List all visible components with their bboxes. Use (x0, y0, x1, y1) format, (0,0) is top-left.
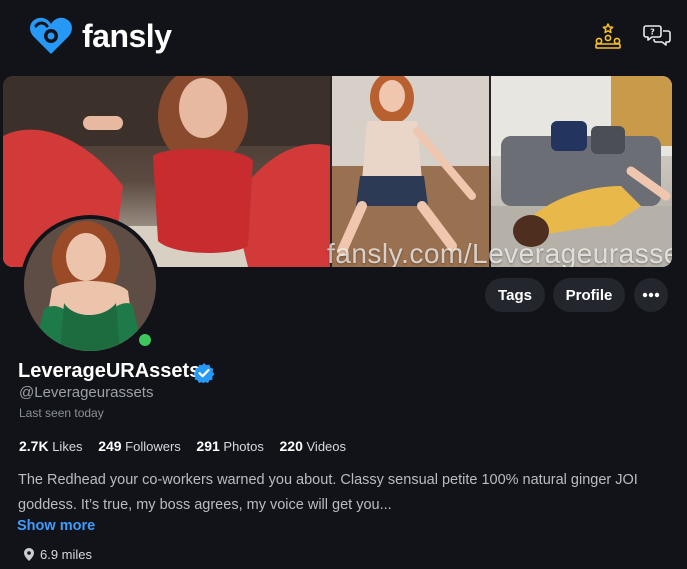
location-info: 6.9 miles (24, 547, 92, 562)
leaderboard-icon[interactable] (594, 22, 622, 50)
location-pin-icon (24, 548, 34, 561)
avatar-image (24, 219, 156, 351)
svg-text:?: ? (650, 28, 655, 37)
chat-help-icon[interactable]: ? (643, 22, 671, 50)
stat-followers[interactable]: 249 Followers (98, 438, 181, 454)
online-status-dot (136, 331, 154, 349)
profile-button[interactable]: Profile (553, 278, 625, 312)
stat-photos[interactable]: 291 Photos (196, 438, 263, 454)
profile-page: fansly ? fansly.com/Leverageurasse Tags … (0, 0, 687, 569)
more-dots-icon (642, 292, 660, 298)
fansly-logo[interactable]: fansly (28, 16, 172, 56)
top-nav: fansly ? (0, 0, 687, 72)
verified-badge-icon (193, 362, 215, 384)
profile-bio: The Redhead your co-workers warned you a… (18, 472, 638, 513)
banner-watermark: fansly.com/Leverageurasse (327, 238, 672, 267)
stat-likes[interactable]: 2.7K Likes (19, 438, 83, 454)
heart-logo-icon (30, 17, 72, 54)
last-seen-status: Last seen today (19, 406, 104, 420)
brand-name: fansly (82, 18, 172, 54)
avatar[interactable] (20, 215, 160, 355)
profile-stats: 2.7K Likes 249 Followers 291 Photos 220 … (19, 438, 346, 454)
show-more-link[interactable]: Show more (17, 518, 95, 534)
more-options-button[interactable] (634, 278, 668, 312)
tags-button[interactable]: Tags (485, 278, 545, 312)
display-name: LeverageURAssets (18, 360, 201, 382)
stat-videos[interactable]: 220 Videos (280, 438, 347, 454)
location-distance: 6.9 miles (40, 547, 93, 562)
username-handle: @Leverageurassets (19, 384, 154, 401)
